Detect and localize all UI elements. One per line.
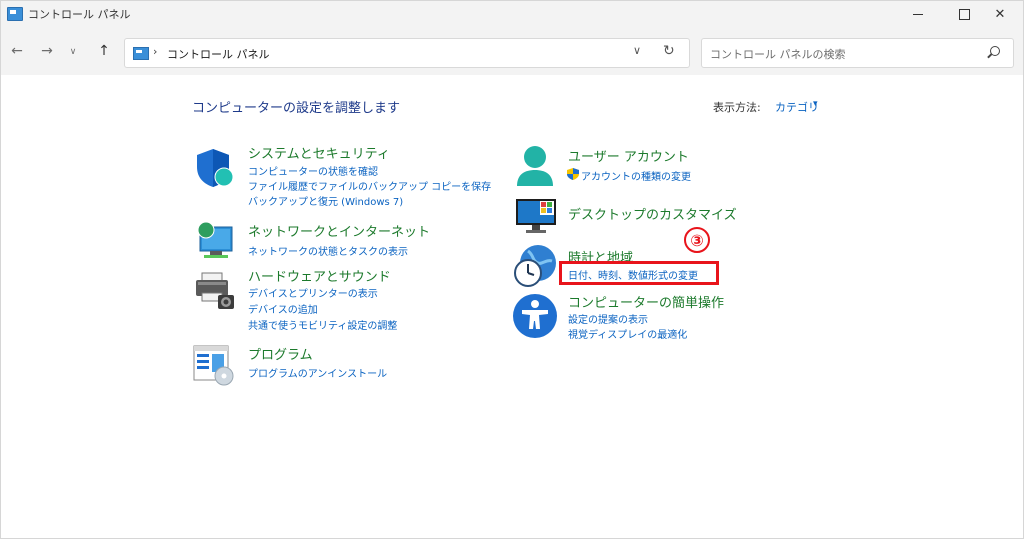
control-panel-app-icon	[7, 7, 23, 21]
control-panel-window: コントロール パネル ✕ ← → ∨ ↑ › コントロール パネル ∨ ↻ コン…	[0, 0, 1024, 539]
network-globe-icon[interactable]	[194, 219, 236, 261]
view-by-label: 表示方法:	[713, 101, 761, 114]
page-title: コンピューターの設定を調整します	[192, 101, 401, 116]
search-placeholder: コントロール パネルの検索	[710, 48, 846, 61]
link-check-computer-status[interactable]: コンピューターの状態を確認	[248, 163, 378, 178]
category-network[interactable]: ネットワークとインターネット	[248, 221, 430, 240]
window-title: コントロール パネル	[28, 8, 131, 21]
category-programs[interactable]: プログラム	[248, 344, 313, 363]
up-button[interactable]: ↑	[94, 41, 114, 61]
link-devices-printers[interactable]: デバイスとプリンターの表示	[248, 285, 378, 300]
control-panel-icon	[133, 47, 149, 60]
link-mobility-settings[interactable]: 共通で使うモビリティ設定の調整	[248, 317, 397, 332]
navigation-bar: ← → ∨ ↑ › コントロール パネル ∨ ↻ コントロール パネルの検索	[1, 27, 1023, 75]
category-appearance[interactable]: デスクトップのカスタマイズ	[568, 204, 737, 223]
search-icon[interactable]	[990, 46, 1000, 56]
breadcrumb-control-panel[interactable]: コントロール パネル	[167, 46, 270, 62]
link-suggested-settings[interactable]: 設定の提案の表示	[568, 311, 648, 326]
step-number-badge: ③	[684, 227, 710, 253]
link-uninstall-program[interactable]: プログラムのアンインストール	[248, 365, 387, 380]
close-button[interactable]: ✕	[977, 1, 1023, 27]
minimize-icon	[913, 13, 923, 15]
link-add-device[interactable]: デバイスの追加	[248, 301, 318, 316]
link-change-account-type[interactable]: アカウントの種類の変更	[581, 168, 691, 183]
link-network-status[interactable]: ネットワークの状態とタスクの表示	[248, 243, 408, 258]
chevron-down-icon[interactable]: ▾	[813, 99, 818, 109]
printer-icon[interactable]	[194, 271, 236, 313]
search-input[interactable]: コントロール パネルの検索	[701, 38, 1014, 68]
address-dropdown-button[interactable]: ∨	[633, 44, 641, 57]
close-icon: ✕	[994, 6, 1006, 22]
title-bar: コントロール パネル ✕	[1, 1, 1023, 27]
recent-locations-button[interactable]: ∨	[63, 42, 83, 62]
category-hardware-sound[interactable]: ハードウェアとサウンド	[248, 266, 391, 285]
link-optimize-visual-display[interactable]: 視覚ディスプレイの最適化	[568, 326, 687, 341]
accessibility-icon[interactable]	[512, 293, 558, 339]
category-system-security[interactable]: システムとセキュリティ	[248, 143, 390, 162]
link-file-history-backup[interactable]: ファイル履歴でファイルのバックアップ コピーを保存	[248, 178, 491, 193]
uac-shield-icon	[567, 168, 579, 180]
highlight-annotation-box	[559, 261, 719, 285]
address-bar[interactable]: › コントロール パネル ∨ ↻	[124, 38, 690, 68]
clock-globe-icon[interactable]	[512, 243, 558, 289]
back-button[interactable]: ←	[7, 41, 27, 61]
link-backup-restore[interactable]: バックアップと復元 (Windows 7)	[248, 193, 403, 208]
maximize-icon	[958, 8, 970, 20]
breadcrumb-separator[interactable]: ›	[153, 45, 157, 58]
desktop-monitor-icon[interactable]	[514, 195, 558, 235]
user-account-icon[interactable]	[514, 144, 556, 190]
category-user-accounts[interactable]: ユーザー アカウント	[568, 146, 689, 165]
shield-icon[interactable]	[194, 147, 236, 189]
programs-icon[interactable]	[192, 344, 236, 386]
category-ease-of-access[interactable]: コンピューターの簡単操作	[568, 292, 724, 311]
forward-button[interactable]: →	[37, 41, 57, 61]
minimize-button[interactable]	[895, 1, 941, 27]
refresh-button[interactable]: ↻	[663, 43, 675, 59]
